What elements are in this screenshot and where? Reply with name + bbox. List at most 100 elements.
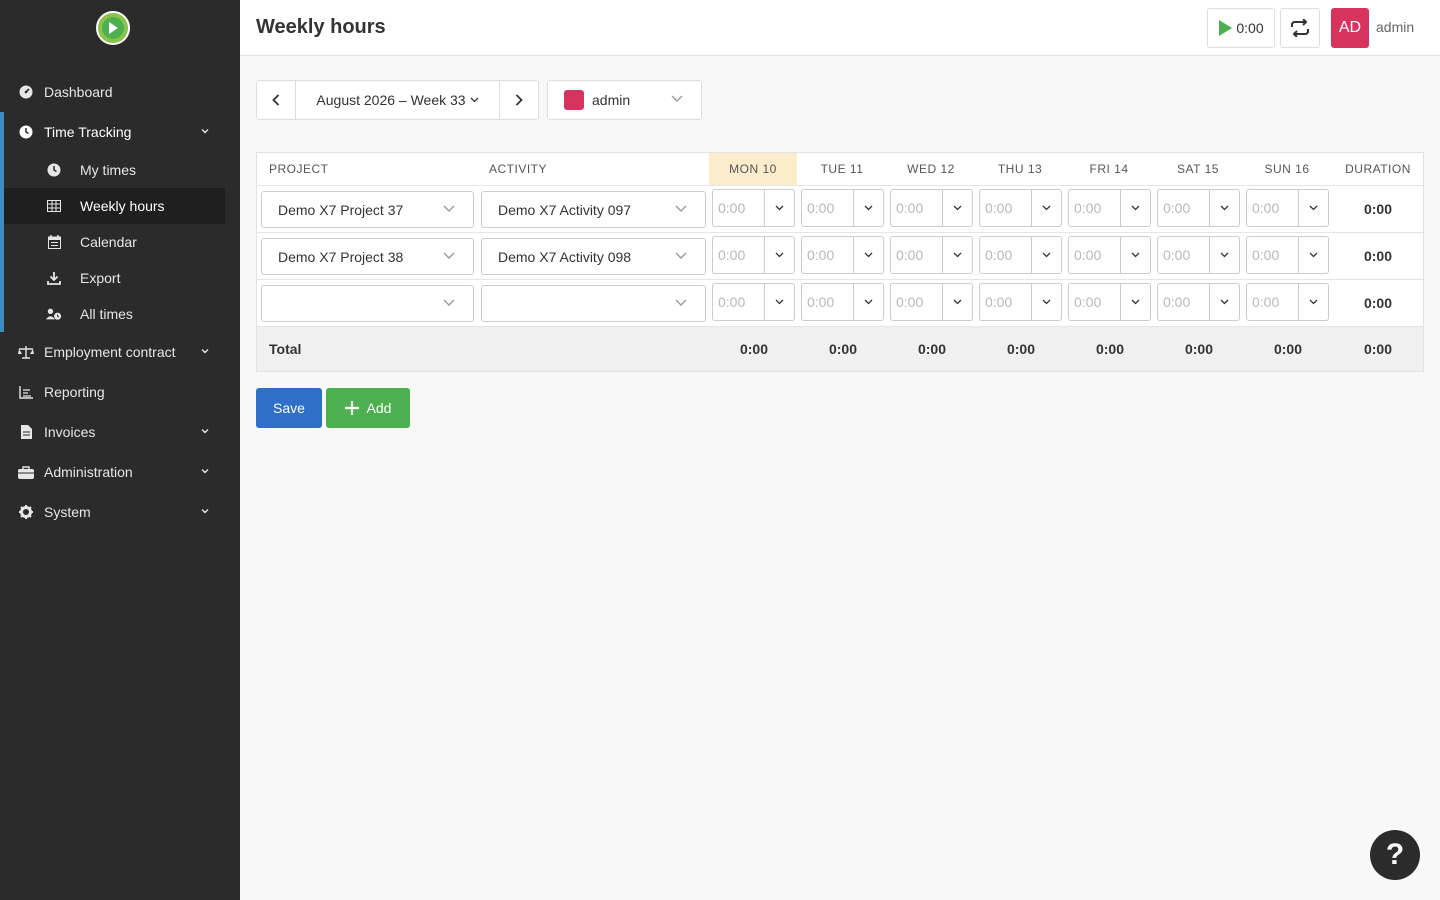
duration-field[interactable]: 0:00 [891, 190, 943, 226]
day-duration-input: 0:00 [979, 283, 1062, 321]
duration-field[interactable]: 0:00 [980, 284, 1032, 320]
row-duration: 0:00 [1363, 201, 1393, 217]
duration-field[interactable]: 0:00 [1158, 284, 1210, 320]
active-timer-button[interactable]: 0:00 [1207, 8, 1275, 48]
duration-dropdown[interactable] [1032, 284, 1061, 320]
duration-field[interactable]: 0:00 [1158, 237, 1210, 273]
day-duration-input: 0:00 [801, 189, 884, 227]
activity-select[interactable]: Demo X7 Activity 097 [481, 191, 706, 228]
day-duration-input: 0:00 [712, 189, 795, 227]
sidebar-item-system[interactable]: System [0, 492, 240, 532]
table-row: 0:00 0:00 0:00 0:00 0:00 0:00 0:00 0:00 [257, 280, 1423, 327]
duration-dropdown[interactable] [943, 237, 972, 273]
sidebar-item-employment-contract[interactable]: Employment contract [0, 332, 240, 372]
chevron-down-icon [201, 429, 209, 434]
duration-dropdown[interactable] [854, 284, 883, 320]
sidebar-item-label: Employment contract [44, 344, 176, 360]
duration-field[interactable]: 0:00 [802, 284, 854, 320]
duration-field[interactable]: 0:00 [1247, 237, 1299, 273]
duration-dropdown[interactable] [1121, 190, 1150, 226]
duration-dropdown[interactable] [1210, 237, 1239, 273]
duration-dropdown[interactable] [943, 190, 972, 226]
duration-dropdown[interactable] [943, 284, 972, 320]
username[interactable]: admin [1376, 19, 1414, 35]
day-duration-input: 0:00 [890, 283, 973, 321]
project-select[interactable] [261, 285, 474, 322]
duration-field[interactable]: 0:00 [1069, 190, 1121, 226]
sync-button[interactable] [1280, 8, 1320, 48]
duration-field[interactable]: 0:00 [891, 237, 943, 273]
week-picker[interactable]: August 2026 – Week 33 [296, 81, 499, 119]
sidebar-item-weekly-hours[interactable]: Weekly hours [4, 188, 225, 224]
project-select[interactable]: Demo X7 Project 38 [261, 238, 474, 275]
user-select[interactable]: admin [547, 80, 702, 120]
next-week-button[interactable] [499, 81, 538, 119]
duration-field[interactable]: 0:00 [1069, 284, 1121, 320]
duration-field[interactable]: 0:00 [713, 237, 765, 273]
sidebar-item-my-times[interactable]: My times [4, 152, 225, 188]
project-select-value: Demo X7 Project 37 [278, 201, 404, 218]
duration-dropdown[interactable] [1121, 284, 1150, 320]
chevron-down-icon [201, 469, 209, 474]
project-select[interactable]: Demo X7 Project 37 [261, 191, 474, 228]
activity-select[interactable] [481, 285, 706, 322]
sidebar-item-administration[interactable]: Administration [0, 452, 240, 492]
chevron-down-icon [201, 129, 209, 134]
sidebar-item-label: Administration [44, 464, 133, 480]
week-label: August 2026 – Week 33 [316, 92, 466, 108]
total-label: Total [269, 341, 302, 357]
total-day-value: 0:00 [1184, 341, 1214, 357]
duration-dropdown[interactable] [1121, 237, 1150, 273]
avatar[interactable]: AD [1331, 8, 1369, 48]
sidebar-item-reporting[interactable]: Reporting [0, 372, 240, 412]
project-select-value: Demo X7 Project 38 [278, 248, 404, 265]
duration-field[interactable]: 0:00 [713, 284, 765, 320]
sidebar-item-invoices[interactable]: Invoices [0, 412, 240, 452]
duration-dropdown[interactable] [765, 190, 794, 226]
sidebar-item-all-times[interactable]: All times [4, 296, 225, 332]
duration-field[interactable]: 0:00 [1247, 190, 1299, 226]
chevron-right-icon [515, 94, 523, 106]
duration-dropdown[interactable] [854, 190, 883, 226]
duration-dropdown[interactable] [765, 237, 794, 273]
duration-dropdown[interactable] [1299, 237, 1328, 273]
sidebar-item-dashboard[interactable]: Dashboard [0, 72, 240, 112]
duration-dropdown[interactable] [1210, 190, 1239, 226]
duration-field[interactable]: 0:00 [802, 237, 854, 273]
sidebar-item-label: All times [80, 306, 133, 322]
duration-field[interactable]: 0:00 [980, 237, 1032, 273]
duration-dropdown[interactable] [1299, 284, 1328, 320]
previous-week-button[interactable] [257, 81, 296, 119]
day-duration-input: 0:00 [801, 236, 884, 274]
duration-dropdown[interactable] [1299, 190, 1328, 226]
duration-dropdown[interactable] [1210, 284, 1239, 320]
chevron-down-icon [1309, 205, 1318, 211]
chevron-down-icon [1131, 299, 1140, 305]
duration-dropdown[interactable] [765, 284, 794, 320]
app-logo[interactable] [96, 11, 130, 45]
day-duration-input: 0:00 [1157, 189, 1240, 227]
duration-field[interactable]: 0:00 [1158, 190, 1210, 226]
help-button[interactable]: ? [1370, 830, 1420, 880]
column-header-day: FRI 14 [1089, 162, 1129, 176]
duration-field[interactable]: 0:00 [891, 284, 943, 320]
duration-dropdown[interactable] [1032, 190, 1061, 226]
duration-field[interactable]: 0:00 [802, 190, 854, 226]
sidebar-item-time-tracking[interactable]: Time Tracking [0, 112, 240, 152]
duration-field[interactable]: 0:00 [1247, 284, 1299, 320]
sidebar-item-calendar[interactable]: Calendar [4, 224, 225, 260]
sidebar-item-label: My times [80, 162, 136, 178]
add-row-button[interactable]: Add [326, 388, 410, 428]
toolbox-icon [18, 464, 34, 480]
save-button[interactable]: Save [256, 388, 322, 428]
duration-dropdown[interactable] [854, 237, 883, 273]
chevron-down-icon [1220, 299, 1229, 305]
topbar: Weekly hours 0:00 AD admin [240, 0, 1440, 56]
duration-field[interactable]: 0:00 [1069, 237, 1121, 273]
sidebar-item-export[interactable]: Export [4, 260, 225, 296]
day-duration-input: 0:00 [712, 236, 795, 274]
duration-dropdown[interactable] [1032, 237, 1061, 273]
duration-field[interactable]: 0:00 [980, 190, 1032, 226]
activity-select[interactable]: Demo X7 Activity 098 [481, 238, 706, 275]
duration-field[interactable]: 0:00 [713, 190, 765, 226]
